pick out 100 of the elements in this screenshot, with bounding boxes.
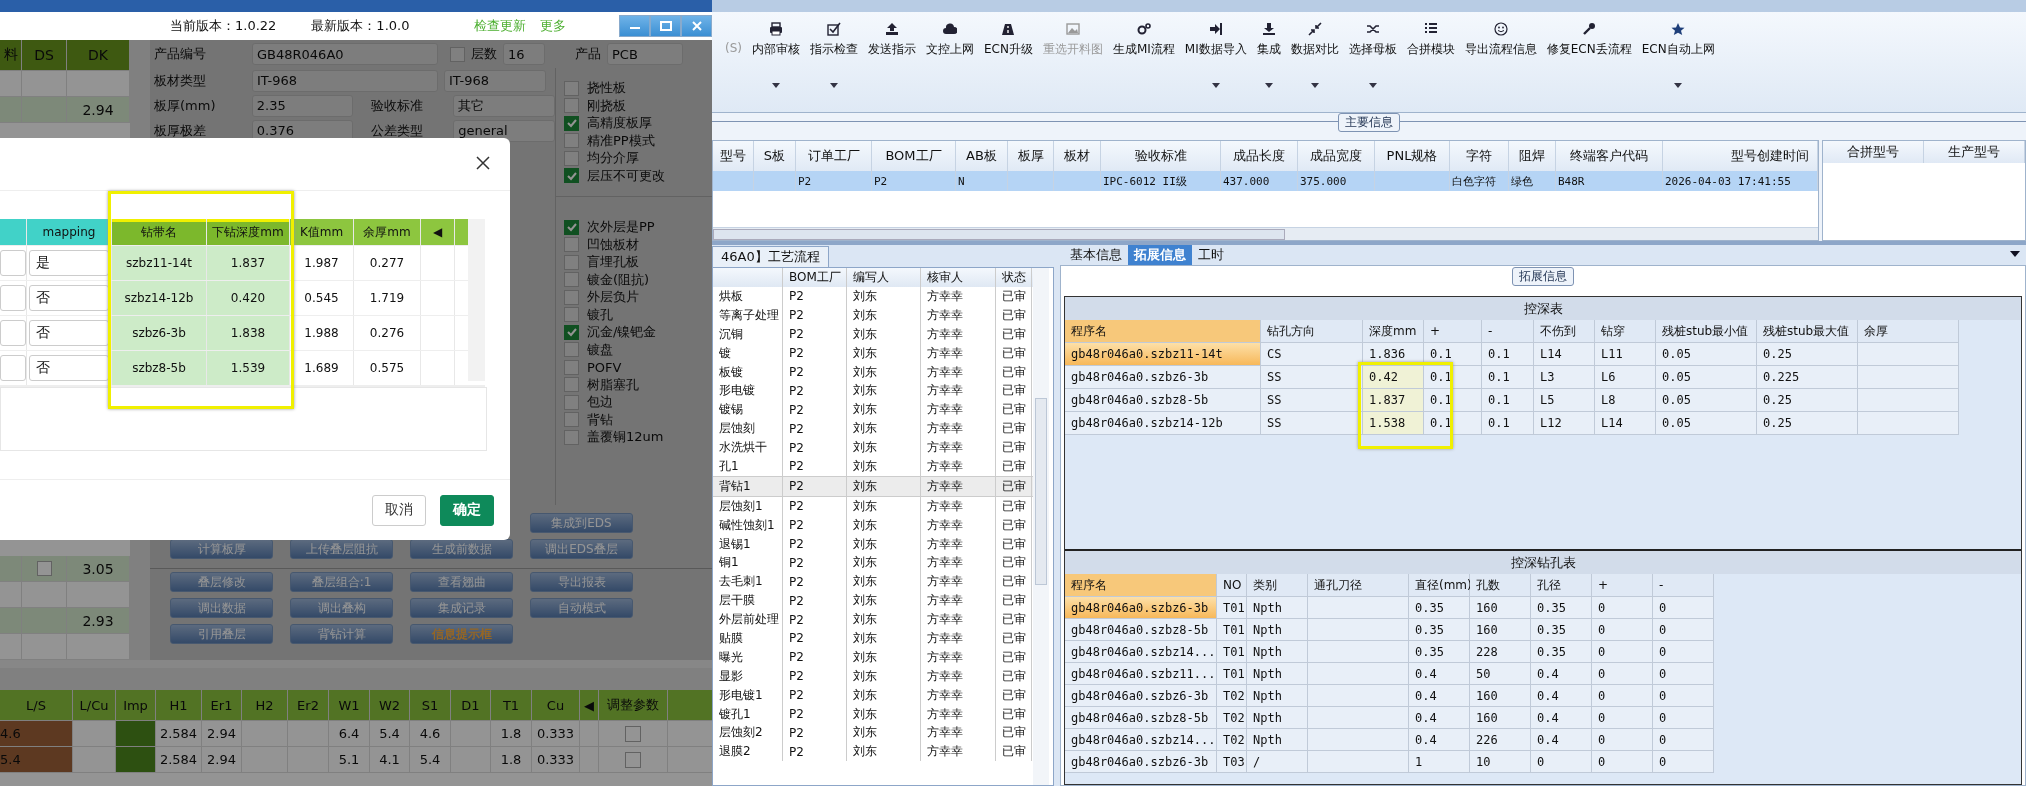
input-field[interactable]	[0, 250, 26, 276]
table-row[interactable]: 退膜2 P2 刘东 方幸幸 已审	[713, 742, 1033, 762]
toolbar-button[interactable]: 内部审核	[747, 12, 805, 88]
table-row[interactable]: 层干膜 P2 刘东 方幸幸 已审	[713, 591, 1033, 611]
minimize-button[interactable]	[619, 15, 650, 37]
close-button[interactable]	[681, 15, 712, 37]
toolbar-button[interactable]: 发送指示	[863, 12, 921, 58]
table-row[interactable]: 去毛刺1 P2 刘东 方幸幸 已审	[713, 572, 1033, 592]
text-field[interactable]: 其它	[453, 94, 555, 117]
input-field[interactable]	[0, 355, 26, 381]
checkbox[interactable]	[564, 237, 579, 253]
toolbar-button[interactable]: ECN升级	[979, 12, 1038, 58]
table-cell: gb48r046a0.szbz8-5b	[1065, 619, 1217, 641]
table-row[interactable]: 退锡1 P2 刘东 方幸幸 已审	[713, 534, 1033, 554]
checkbox[interactable]	[564, 429, 579, 445]
table-row[interactable]: 碱性蚀刻1 P2 刘东 方幸幸 已审	[713, 515, 1033, 535]
toolbar-button[interactable]: MI数据导入	[1179, 12, 1252, 88]
table-cell: 刘东	[847, 610, 921, 630]
text-field[interactable]: 2.35	[251, 94, 354, 117]
table-row[interactable]: 镀锡 P2 刘东 方幸幸 已审	[713, 400, 1033, 420]
toolbar-button[interactable]: 导出流程信息	[1459, 12, 1542, 58]
text-field[interactable]: GB48R046A0	[252, 43, 438, 65]
checkbox[interactable]	[564, 289, 579, 305]
field-label: 板厚(mm)	[154, 96, 217, 115]
toolbar-button[interactable]: 数据对比	[1285, 12, 1344, 88]
checkbox[interactable]	[564, 377, 579, 393]
table-row[interactable]: 显影 P2 刘东 方幸幸 已审	[713, 666, 1033, 686]
toolbar-button[interactable]: 合拼模块	[1401, 12, 1460, 58]
select-field[interactable]: 否	[29, 285, 109, 311]
checkbox[interactable]	[564, 80, 579, 96]
checkbox[interactable]	[564, 115, 579, 131]
checkbox[interactable]	[564, 133, 579, 149]
toolbar-button[interactable]: ECN自动上网	[1636, 12, 1720, 88]
tab[interactable]: 工时	[1192, 245, 1230, 265]
table-row[interactable]: 形电镀1 P2 刘东 方幸幸 已审	[713, 685, 1033, 705]
scrollbar[interactable]	[0, 668, 712, 690]
checkbox[interactable]	[564, 254, 579, 270]
toolbar-button[interactable]: 文控上网	[921, 12, 979, 58]
table-row[interactable]: 背钻1 P2 刘东 方幸幸 已审	[713, 475, 1033, 497]
checkbox[interactable]	[564, 150, 579, 166]
toolbar-button[interactable]: 选择母板	[1343, 12, 1402, 88]
checkbox[interactable]	[564, 168, 579, 184]
table-row[interactable]: 外层前处理 P2 刘东 方幸幸 已审	[713, 610, 1033, 630]
checkbox[interactable]	[564, 359, 579, 375]
panel-tab[interactable]: 46A0】工艺流程	[712, 246, 829, 267]
table-row[interactable]: 贴膜 P2 刘东 方幸幸 已审	[713, 629, 1033, 648]
select-field[interactable]: 是	[29, 250, 109, 276]
checkbox[interactable]	[564, 394, 579, 410]
checkbox[interactable]	[564, 412, 579, 428]
input-field[interactable]	[0, 285, 26, 311]
toolbar-button[interactable]: 指示检查	[805, 12, 863, 88]
table-row[interactable]: 曝光 P2 刘东 方幸幸 已审	[713, 647, 1033, 667]
table-row[interactable]: 水洗烘干 P2 刘东 方幸幸 已审	[713, 438, 1033, 457]
text-field[interactable]: PCB	[607, 43, 683, 65]
table-row[interactable]: 等离子处理 P2 刘东 方幸幸 已审	[713, 305, 1033, 325]
table-row[interactable]: 层蚀刻2 P2 刘东 方幸幸 已审	[713, 723, 1033, 743]
checkbox[interactable]	[450, 46, 465, 62]
table-row[interactable]: 形电镀 P2 刘东 方幸幸 已审	[713, 381, 1033, 401]
checkbox[interactable]	[36, 561, 52, 576]
table-row[interactable]: 镀 P2 刘东 方幸幸 已审	[713, 343, 1033, 363]
toolbar-button[interactable]: 修复ECN丢流程	[1541, 12, 1637, 58]
text-field[interactable]: general	[453, 119, 555, 142]
table-cell: 0.333	[532, 721, 580, 746]
toolbar-button[interactable]: 集成	[1251, 12, 1286, 88]
text-field[interactable]: 16	[503, 43, 545, 65]
checkbox[interactable]	[564, 307, 579, 323]
scrollbar[interactable]	[713, 227, 1818, 240]
table-row[interactable]: P2 P2 N IPC-6012 II级 437.000 375.000 白色字符 绿色 B48R 2026-04-03 17:41:55	[713, 171, 1818, 191]
input-field[interactable]	[0, 320, 26, 346]
select-field[interactable]: 否	[29, 320, 109, 346]
checkbox[interactable]	[564, 324, 579, 340]
table-row[interactable]: 孔1 P2 刘东 方幸幸 已审	[713, 457, 1033, 476]
table-cell: 刘东	[847, 742, 921, 762]
checkbox[interactable]	[564, 342, 579, 358]
tab[interactable]: 基本信息	[1064, 245, 1128, 265]
table-row[interactable]: 铜1 P2 刘东 方幸幸 已审	[713, 553, 1033, 573]
checkbox[interactable]	[564, 98, 579, 114]
tab[interactable]: 拓展信息	[1128, 245, 1192, 265]
sign-in-icon	[1208, 22, 1223, 36]
checkbox[interactable]	[625, 725, 641, 742]
table-row[interactable]: 沉铜 P2 刘东 方幸幸 已审	[713, 324, 1033, 344]
table-row[interactable]: 板镀 P2 刘东 方幸幸 已审	[713, 362, 1033, 382]
table-row[interactable]: 层蚀刻 P2 刘东 方幸幸 已审	[713, 419, 1033, 439]
table-row[interactable]: 镀孔1 P2 刘东 方幸幸 已审	[713, 704, 1033, 724]
scrollbar[interactable]	[1033, 268, 1049, 785]
close-icon[interactable]	[476, 156, 492, 172]
confirm-button[interactable]: 确定	[440, 494, 494, 526]
text-field[interactable]: IT-968	[252, 69, 438, 92]
toolbar-button[interactable]: 生成MI流程	[1107, 12, 1180, 58]
scrollbar[interactable]	[468, 219, 485, 381]
checkbox[interactable]	[625, 751, 641, 768]
maximize-button[interactable]	[650, 15, 681, 37]
text-field[interactable]: IT-968	[444, 69, 546, 92]
select-field[interactable]: 否	[29, 355, 109, 381]
table-row[interactable]: 层蚀刻1 P2 刘东 方幸幸 已审	[713, 496, 1033, 516]
checkbox[interactable]	[564, 272, 579, 288]
table-row[interactable]: 烘板 P2 刘东 方幸幸 已审	[713, 287, 1033, 306]
table-cell: 刘东	[847, 287, 921, 306]
checkbox[interactable]	[564, 219, 579, 235]
cancel-button[interactable]: 取消	[372, 494, 426, 526]
